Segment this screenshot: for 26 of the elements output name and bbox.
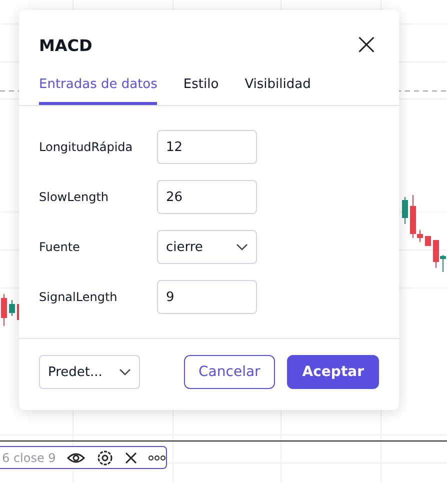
cancel-button[interactable]: Cancelar (184, 355, 276, 389)
tab[interactable]: Visibilidad (244, 77, 311, 105)
candle (1, 294, 7, 326)
input-field[interactable]: 26 (157, 180, 257, 214)
field-label: SignalLength (39, 290, 118, 304)
tab[interactable]: Estilo (183, 77, 219, 105)
settings-icon[interactable] (96, 448, 114, 466)
preset-dropdown[interactable]: Predet... (39, 355, 140, 389)
tab[interactable]: Entradas de datos (39, 77, 158, 105)
more-icon[interactable] (148, 454, 166, 460)
close-icon[interactable] (124, 450, 138, 464)
field-label: Fuente (39, 240, 81, 254)
input-field[interactable]: 12 (157, 130, 257, 164)
dialog-title: MACD (39, 36, 92, 54)
source-dropdown[interactable]: cierre (157, 230, 257, 264)
candle (425, 236, 431, 246)
accept-button[interactable]: Aceptar (287, 355, 379, 389)
field-label: LongitudRápida (39, 140, 134, 154)
candle (402, 196, 408, 224)
input-field[interactable]: 9 (157, 280, 257, 314)
candle (9, 300, 15, 316)
legend-values: 6 close 9 (2, 450, 56, 464)
field-label: SlowLength (39, 190, 110, 204)
caret-icon (236, 243, 248, 251)
close-button[interactable]: × (354, 30, 379, 60)
caret-icon (119, 368, 131, 376)
